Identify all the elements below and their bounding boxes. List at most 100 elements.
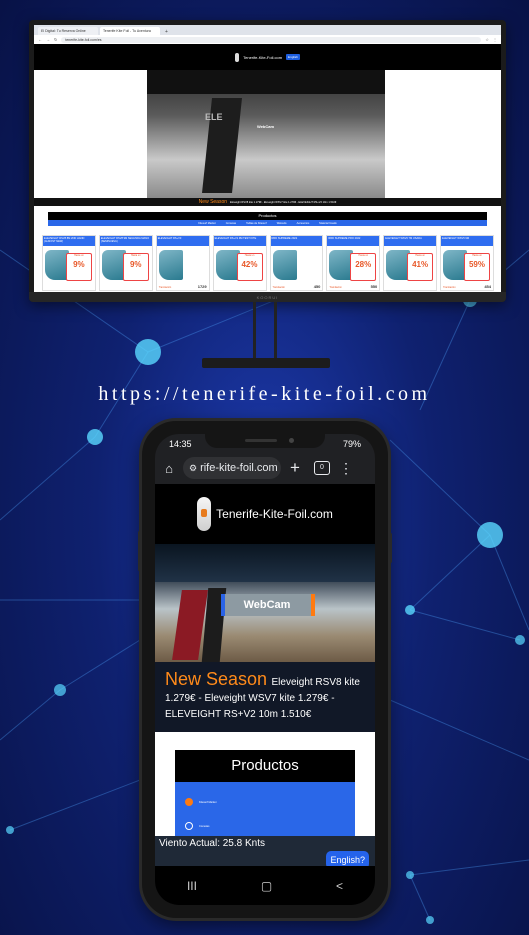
new-season-title: New Season bbox=[165, 669, 268, 689]
discount-badge: Hasta un 9% bbox=[65, 253, 92, 281]
kiteboard-logo-icon bbox=[197, 497, 212, 531]
product-card[interactable]: ELEVEIGHT RS+V3 Tramitación 1729 bbox=[155, 235, 210, 291]
products-title: Productos bbox=[175, 750, 355, 782]
sail-lettering: ELE bbox=[205, 112, 223, 122]
status-time: 14:35 bbox=[169, 439, 192, 449]
kiteboard-logo-icon bbox=[235, 52, 240, 62]
mobile-site-name[interactable]: Tenerife-Kite-Foil.com bbox=[216, 507, 333, 521]
webcam-accent-right bbox=[311, 594, 315, 616]
new-tab-icon[interactable]: + bbox=[281, 458, 309, 478]
product-card[interactable]: RRD SUPREME PRO 2022 Hasta un 28% Tramitaci… bbox=[326, 235, 381, 291]
monitor-stand-base bbox=[202, 358, 330, 368]
back-icon[interactable]: ← bbox=[38, 37, 42, 42]
webcam-button[interactable]: WebCam bbox=[221, 594, 315, 616]
discount-badge: Hasta un 41% bbox=[407, 253, 434, 281]
english-button[interactable]: English bbox=[286, 54, 300, 60]
site-header: Tenerife-Kite-Foil.com English bbox=[34, 44, 501, 70]
product-title: ELEVEIGHT RSV8 8M 2ND HAND (ALMOST NEW) bbox=[43, 236, 95, 246]
home-icon[interactable]: ⌂ bbox=[155, 461, 183, 476]
product-card[interactable]: RRD SUPREME 2022 Tramitación 450 bbox=[269, 235, 324, 291]
category-item[interactable]: Kitesurf Market bbox=[198, 222, 215, 225]
category-item[interactable]: Tablas de Kitesurf bbox=[246, 222, 267, 225]
product-price: 1729 bbox=[197, 284, 207, 289]
product-image bbox=[272, 250, 297, 280]
products-panel: Productos Kitesurf Market Cometas Tablas… bbox=[48, 212, 487, 230]
recent-apps-button[interactable]: III bbox=[187, 879, 197, 893]
discount-badge: Hasta un 28% bbox=[350, 253, 377, 281]
product-price: 550 bbox=[370, 284, 378, 289]
mobile-webcam-hero[interactable]: WebCam bbox=[155, 544, 375, 662]
product-card[interactable]: ELEVEIGHT WSV6 7M USADA Hasta un 41% bbox=[383, 235, 438, 291]
radio-selected-icon[interactable] bbox=[185, 798, 193, 806]
phone-screen: 14:35 79% ⌂ ⚙ rife-kite-foil.com + 0 ⋮ T… bbox=[155, 434, 375, 905]
speaker bbox=[245, 439, 277, 442]
product-card[interactable]: ELEVEIGHT RSV8 8M 2ND HAND (ALMOST NEW) H… bbox=[42, 235, 96, 291]
monitor-screen: El Digital: Tu Reserva Online Tenerife K… bbox=[34, 25, 501, 292]
product-title: RRD SUPREME 2022 bbox=[270, 236, 323, 246]
webcam-hero[interactable]: ELE WebCam bbox=[147, 70, 385, 198]
product-card[interactable]: ELEVEIGHT WSV5 9M Hasta un 59% Tramitación 4… bbox=[440, 235, 494, 291]
menu-icon[interactable]: ⋮ bbox=[493, 37, 497, 42]
home-button[interactable]: ▢ bbox=[261, 879, 272, 893]
site-url-caption[interactable]: https://tenerife-kite-foil.com bbox=[0, 383, 529, 406]
hero-roof bbox=[147, 70, 385, 94]
desktop-monitor: El Digital: Tu Reserva Online Tenerife K… bbox=[29, 20, 506, 302]
new-tab-button[interactable]: + bbox=[162, 29, 171, 35]
product-card[interactable]: ELEVEIGHT RS+V1 9M TEST KITE Hasta un 42% bbox=[212, 235, 267, 291]
category-item[interactable]: Accesorios bbox=[297, 222, 310, 225]
hero-roof bbox=[155, 544, 375, 582]
front-camera bbox=[289, 438, 294, 443]
volume-button bbox=[138, 531, 141, 571]
monitor-chin: KOORUI bbox=[29, 292, 506, 302]
product-title: ELEVEIGHT RS+V3 bbox=[156, 236, 209, 246]
browser-tab-bar: El Digital: Tu Reserva Online Tenerife K… bbox=[34, 25, 501, 35]
discount-percent: 42% bbox=[241, 260, 258, 269]
mobile-site-header: Tenerife-Kite-Foil.com bbox=[155, 484, 375, 544]
category-item[interactable]: Material Usado bbox=[319, 222, 336, 225]
category-item[interactable]: Cometas bbox=[226, 222, 236, 225]
product-title: ELEVEIGHT WSV6 7M USADA bbox=[384, 236, 437, 246]
product-title: RRD SUPREME PRO 2022 bbox=[327, 236, 380, 246]
smartphone: 14:35 79% ⌂ ⚙ rife-kite-foil.com + 0 ⋮ T… bbox=[138, 421, 392, 918]
forward-icon[interactable]: → bbox=[46, 37, 50, 42]
discount-badge: Hasta un 9% bbox=[122, 253, 149, 281]
category-label: Kitesurf Market bbox=[199, 800, 217, 804]
reload-icon[interactable]: ↻ bbox=[54, 37, 57, 42]
new-season-bar: New Season Eleveight RSV8 kite 1.279€ - … bbox=[34, 198, 501, 206]
category-row: Kitesurf Market Cometas Tablas de Kitesu… bbox=[48, 220, 487, 226]
back-button[interactable]: < bbox=[336, 879, 343, 893]
product-title: ELEVEIGHT RS+V1 9M TEST KITE bbox=[213, 236, 266, 246]
product-cards: ELEVEIGHT RSV8 8M 2ND HAND (ALMOST NEW) H… bbox=[42, 235, 494, 291]
category-cometas[interactable]: Cometas bbox=[185, 814, 345, 838]
website-desktop: Tenerife-Kite-Foil.com English ELE WebCa… bbox=[34, 44, 501, 292]
url-field[interactable]: tenerife-kite-foil.com/es bbox=[61, 36, 482, 43]
radio-icon[interactable] bbox=[185, 822, 193, 830]
products-title: Productos bbox=[48, 212, 487, 220]
discount-badge: Hasta un 42% bbox=[236, 253, 263, 281]
star-icon[interactable]: ☆ bbox=[485, 37, 489, 42]
product-card[interactable]: ELEVEIGHT RSV8 9M SEGUNDA MANO (SEMINUEV… bbox=[98, 235, 153, 291]
category-kitesurf-market[interactable]: Kitesurf Market bbox=[185, 790, 345, 814]
product-price: 450 bbox=[313, 284, 321, 289]
product-title: ELEVEIGHT WSV5 9M bbox=[441, 236, 493, 246]
category-item[interactable]: Wetsuits bbox=[277, 222, 287, 225]
discount-percent: 59% bbox=[468, 260, 485, 269]
mobile-url-field[interactable]: ⚙ rife-kite-foil.com bbox=[183, 457, 281, 479]
promo-label: Tramitación bbox=[443, 286, 456, 289]
more-menu-icon[interactable]: ⋮ bbox=[335, 460, 357, 477]
browser-tab-active[interactable]: Tenerife Kite Foil - Tu Aventura bbox=[100, 27, 160, 35]
product-title: ELEVEIGHT RSV8 9M SEGUNDA MANO (SEMINUEV… bbox=[99, 236, 152, 246]
site-settings-icon[interactable]: ⚙ bbox=[189, 457, 197, 479]
website-mobile: Tenerife-Kite-Foil.com WebCam New Season… bbox=[155, 484, 375, 866]
mobile-browser-bar: ⌂ ⚙ rife-kite-foil.com + 0 ⋮ bbox=[155, 452, 375, 484]
android-nav-bar: III ▢ < bbox=[155, 866, 375, 905]
discount-percent: 28% bbox=[355, 260, 372, 269]
tab-switcher[interactable]: 0 bbox=[314, 461, 330, 475]
discount-percent: 41% bbox=[412, 260, 429, 269]
site-name[interactable]: Tenerife-Kite-Foil.com bbox=[243, 55, 282, 60]
camera-notch bbox=[205, 434, 325, 448]
browser-tab[interactable]: El Digital: Tu Reserva Online bbox=[38, 27, 98, 35]
promo-label: Tramitación bbox=[272, 286, 285, 289]
webcam-accent-left bbox=[221, 594, 225, 616]
discount-percent: 9% bbox=[129, 260, 142, 269]
